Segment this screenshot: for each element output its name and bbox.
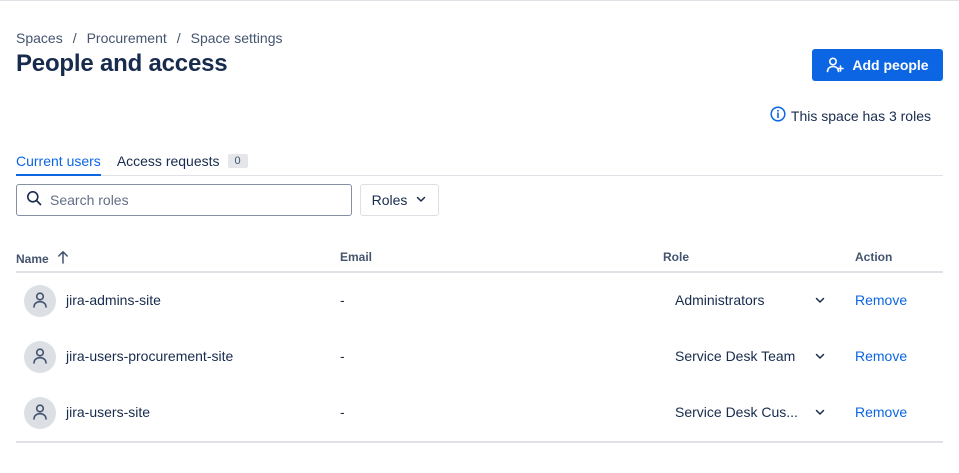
group-email: - bbox=[340, 404, 345, 420]
tab-label: Access requests bbox=[116, 153, 220, 169]
search-field[interactable] bbox=[16, 184, 352, 216]
role-select[interactable]: Administrators bbox=[675, 292, 810, 308]
table-bottom-divider bbox=[16, 441, 943, 443]
remove-button[interactable]: Remove bbox=[855, 404, 907, 420]
search-icon bbox=[26, 190, 42, 211]
add-people-label: Add people bbox=[852, 57, 929, 73]
roles-info: This space has 3 roles bbox=[770, 106, 931, 125]
roles-table: Name Email Role Action jira-admins-site … bbox=[16, 240, 943, 443]
remove-button[interactable]: Remove bbox=[855, 292, 907, 308]
group-name: jira-users-site bbox=[66, 404, 151, 420]
search-input[interactable] bbox=[50, 192, 330, 208]
people-and-access-page: Spaces / Procurement / Space settings Pe… bbox=[0, 0, 959, 473]
table-header: Name Email Role Action bbox=[16, 240, 943, 273]
group-name: jira-users-procurement-site bbox=[66, 348, 234, 364]
column-header-role: Role bbox=[663, 250, 690, 264]
column-header-label: Name bbox=[16, 251, 49, 266]
chevron-down-icon[interactable] bbox=[814, 405, 826, 421]
role-select[interactable]: Service Desk Team bbox=[675, 348, 810, 364]
table-row: jira-users-procurement-site - Service De… bbox=[16, 329, 943, 385]
breadcrumb-separator: / bbox=[176, 30, 181, 46]
column-header-action: Action bbox=[855, 250, 893, 264]
column-header-name[interactable]: Name bbox=[16, 250, 69, 267]
tab-label: Current users bbox=[16, 153, 101, 169]
breadcrumb-separator: / bbox=[72, 30, 77, 46]
access-requests-count-badge: 0 bbox=[227, 154, 248, 168]
avatar bbox=[24, 285, 56, 317]
person-icon bbox=[31, 347, 49, 368]
person-icon bbox=[31, 403, 49, 424]
group-email: - bbox=[340, 348, 345, 364]
roles-filter-label: Roles bbox=[371, 192, 408, 208]
page-title: People and access bbox=[16, 50, 228, 77]
breadcrumb-procurement[interactable]: Procurement bbox=[87, 30, 167, 46]
person-icon bbox=[31, 291, 49, 312]
breadcrumb-spaces[interactable]: Spaces bbox=[16, 30, 63, 46]
tab-access-requests[interactable]: Access requests 0 bbox=[117, 150, 248, 176]
table-row: jira-users-site - Service Desk Cus... Re… bbox=[16, 385, 943, 441]
table-row: jira-admins-site - Administrators Remove bbox=[16, 273, 943, 329]
breadcrumb-space-settings[interactable]: Space settings bbox=[191, 30, 283, 46]
chevron-down-icon bbox=[415, 192, 427, 208]
info-icon bbox=[770, 106, 786, 125]
roles-info-text: This space has 3 roles bbox=[790, 107, 931, 124]
chevron-down-icon[interactable] bbox=[814, 293, 826, 309]
top-divider bbox=[0, 0, 959, 1]
tabs: Current users Access requests 0 bbox=[16, 150, 943, 176]
roles-filter-dropdown[interactable]: Roles bbox=[360, 184, 439, 216]
group-name: jira-admins-site bbox=[66, 292, 161, 308]
add-person-icon bbox=[826, 57, 845, 73]
chevron-down-icon[interactable] bbox=[814, 349, 826, 365]
group-email: - bbox=[340, 292, 345, 308]
remove-button[interactable]: Remove bbox=[855, 348, 907, 364]
avatar bbox=[24, 397, 56, 429]
role-select[interactable]: Service Desk Cus... bbox=[675, 404, 810, 420]
add-people-button[interactable]: Add people bbox=[812, 49, 943, 81]
tab-current-users[interactable]: Current users bbox=[16, 150, 101, 176]
breadcrumb: Spaces / Procurement / Space settings bbox=[16, 30, 282, 46]
avatar bbox=[24, 341, 56, 373]
column-header-email: Email bbox=[340, 250, 373, 264]
arrow-up-icon bbox=[57, 250, 69, 267]
